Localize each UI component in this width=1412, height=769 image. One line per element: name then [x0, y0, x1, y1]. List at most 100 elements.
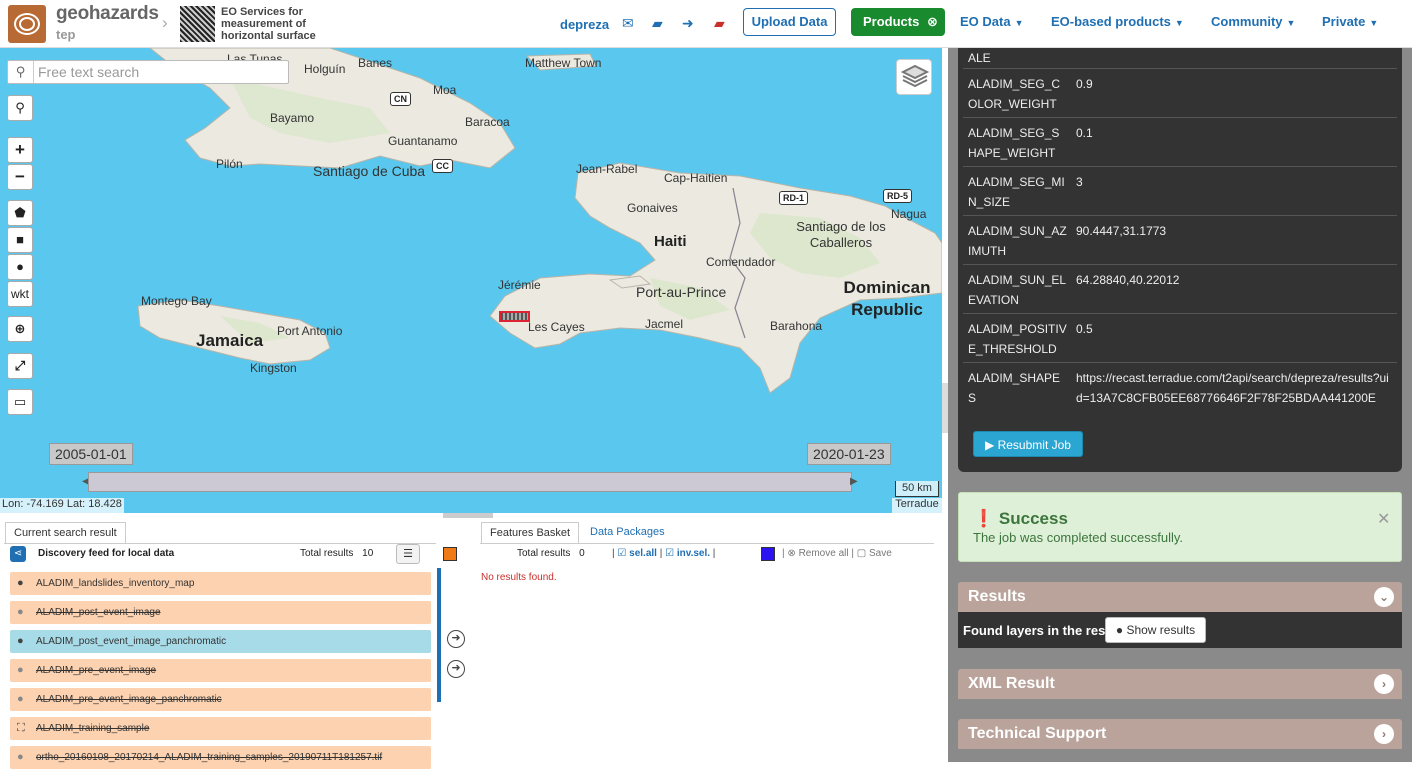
param-value: 90.4447,31.1773 [1076, 224, 1167, 238]
result-item[interactable]: ● ALADIM_landslides_inventory_map [10, 572, 431, 595]
param-key: ALADIM_SEG_COLOR_WEIGHT [968, 77, 1061, 111]
success-message: The job was completed successfully. [973, 530, 1184, 545]
sign-out-icon[interactable]: ➜ [682, 15, 694, 32]
timeline-start-date[interactable]: 2005-01-01 [49, 443, 133, 465]
envelope-icon[interactable]: ✉ [622, 15, 634, 32]
result-item[interactable]: ● ALADIM_post_event_image [10, 601, 431, 624]
results-section-header[interactable]: Results ⌄ [958, 582, 1402, 612]
param-row: ALADIM_SEG_MIN_SIZE 3 [963, 170, 1397, 216]
globe-search-button[interactable]: ⊕ [7, 316, 33, 342]
chevron-down-icon: ⌄ [1374, 587, 1394, 607]
section-title: XML Result [968, 675, 1055, 692]
result-item-selected[interactable]: ● ALADIM_post_event_image_panchromatic [10, 630, 431, 653]
move-arrow-icon[interactable]: ➜ [447, 660, 465, 678]
map-view[interactable]: Las Tunas Holguín Banes Moa Bayamo Barac… [0, 48, 942, 513]
search-icon[interactable]: ⚲ [8, 61, 34, 83]
technical-support-section-header[interactable]: Technical Support › [958, 719, 1402, 749]
layers-button[interactable] [896, 59, 932, 95]
param-key: ALADIM_SHAPES [968, 371, 1061, 405]
ruler-icon: ▭ [13, 394, 27, 409]
draw-box-button[interactable]: ■ [7, 227, 33, 253]
result-item[interactable]: ● ALADIM_pre_event_image [10, 659, 431, 682]
param-row: ALADIM_SEG_COLOR_WEIGHT 0.9 [963, 72, 1397, 118]
param-value-link[interactable]: https://recast.terradue.com/t2api/search… [1076, 368, 1394, 408]
map-label: Matthew Town [525, 56, 602, 70]
map-label: Barahona [770, 319, 823, 333]
map-marker-icon: ● [1115, 623, 1124, 637]
products-button[interactable]: Products ⊗ [851, 8, 945, 36]
area-of-interest-footprint[interactable] [499, 311, 530, 322]
result-item[interactable]: ● ALADIM_pre_event_image_panchromatic [10, 688, 431, 711]
result-item[interactable]: ⛶ ALADIM_training_sample [10, 717, 431, 740]
fullscreen-button[interactable]: ⤢ [7, 353, 33, 379]
invert-selection-link[interactable]: ☑ inv.sel. [665, 548, 710, 559]
chevron-right-icon: › [162, 13, 168, 32]
success-title-text: Success [998, 509, 1068, 528]
wkt-button[interactable]: wkt [7, 281, 33, 307]
remove-all-link[interactable]: ⊗ Remove all [787, 548, 848, 559]
add-to-basket-arrow-icon[interactable]: ➜ [447, 630, 465, 648]
zoom-search-button[interactable]: ⚲ [7, 95, 33, 121]
menu-eo-data[interactable]: EO Data ▼ [960, 14, 1024, 29]
show-results-button[interactable]: ● Show results [1105, 617, 1206, 643]
result-color-picker[interactable] [443, 547, 457, 561]
globe-icon: ● [17, 606, 24, 618]
basket-actions: | ☑ sel.all | ☑ inv.sel. | [612, 548, 716, 559]
panel-resize-handle[interactable] [443, 513, 493, 518]
close-icon[interactable]: ✕ [1377, 509, 1390, 529]
param-value: 3 [1076, 175, 1083, 189]
resubmit-job-button[interactable]: ▶ Resubmit Job [973, 431, 1083, 457]
map-label: Baracoa [465, 115, 510, 129]
breadcrumb-service-title[interactable]: EO Services for measurement of horizonta… [221, 6, 331, 42]
map-attribution[interactable]: Terradue [892, 498, 942, 513]
tab-features-basket[interactable]: Features Basket [481, 522, 580, 544]
globe-icon: ● [17, 635, 24, 647]
measure-button[interactable]: ▭ [7, 389, 33, 415]
map-label: Santiago de Cuba [313, 163, 426, 179]
results-section-body: Found layers in the result. ● Show resul… [958, 612, 1402, 648]
select-all-link[interactable]: ☑ sel.all [617, 548, 657, 559]
menu-eo-based-products[interactable]: EO-based products ▼ [1051, 14, 1184, 29]
param-key: ALADIM_SUN_AZIMUTH [968, 224, 1067, 258]
caret-down-icon: ▼ [1014, 18, 1024, 28]
xml-result-section-header[interactable]: XML Result › [958, 669, 1402, 699]
basket-color-picker[interactable] [761, 547, 775, 561]
road-shield: CC [432, 159, 453, 173]
save-link[interactable]: ▢ Save [857, 548, 892, 559]
globe-icon: ⊕ [14, 321, 26, 336]
tab-data-packages[interactable]: Data Packages [582, 522, 673, 544]
globe-icon: ● [17, 751, 24, 763]
list-view-button[interactable]: ☰ [396, 544, 420, 564]
remove-all-label: Remove all [798, 548, 849, 559]
search-input[interactable] [38, 63, 283, 81]
zoom-in-button[interactable]: + [7, 137, 33, 163]
share-icon[interactable]: ⋖ [10, 546, 26, 562]
book-icon[interactable]: ▰ [652, 15, 663, 32]
draw-polygon-button[interactable]: ⬟ [7, 200, 33, 226]
param-key: ALADIM_SEG_MIN_SIZE [968, 175, 1065, 209]
products-label: Products [863, 14, 920, 29]
param-key: ALE [968, 51, 991, 65]
upload-data-button[interactable]: Upload Data [743, 8, 836, 36]
map-marker-icon: ● [16, 259, 24, 274]
timeline-right-handle-icon[interactable]: ▶ [850, 476, 858, 487]
zoom-out-button[interactable]: − [7, 164, 33, 190]
exclamation-circle-icon: ❗ [973, 509, 995, 528]
manual-book-icon[interactable]: ▰ [714, 15, 725, 32]
result-list-scrollbar[interactable] [437, 568, 441, 702]
timeline-slider[interactable] [88, 472, 852, 492]
timeline-end-date[interactable]: 2020-01-23 [807, 443, 891, 465]
result-item[interactable]: ● ortho_20160108_20170214_ALADIM_trainin… [10, 746, 431, 769]
logo-title[interactable]: geohazards [56, 3, 159, 25]
expand-icon: ⤢ [14, 358, 26, 373]
draw-point-button[interactable]: ● [7, 254, 33, 280]
map-label: Gonaives [627, 201, 678, 215]
menu-private[interactable]: Private ▼ [1322, 14, 1378, 29]
user-name-link[interactable]: depreza [560, 17, 609, 32]
square-icon: ■ [16, 232, 24, 247]
tab-current-search-result[interactable]: Current search result [5, 522, 126, 544]
globe-icon: ● [17, 577, 24, 589]
geohazards-logo-icon[interactable] [8, 5, 46, 43]
menu-community[interactable]: Community ▼ [1211, 14, 1295, 29]
map-label: Nagua [891, 207, 927, 221]
